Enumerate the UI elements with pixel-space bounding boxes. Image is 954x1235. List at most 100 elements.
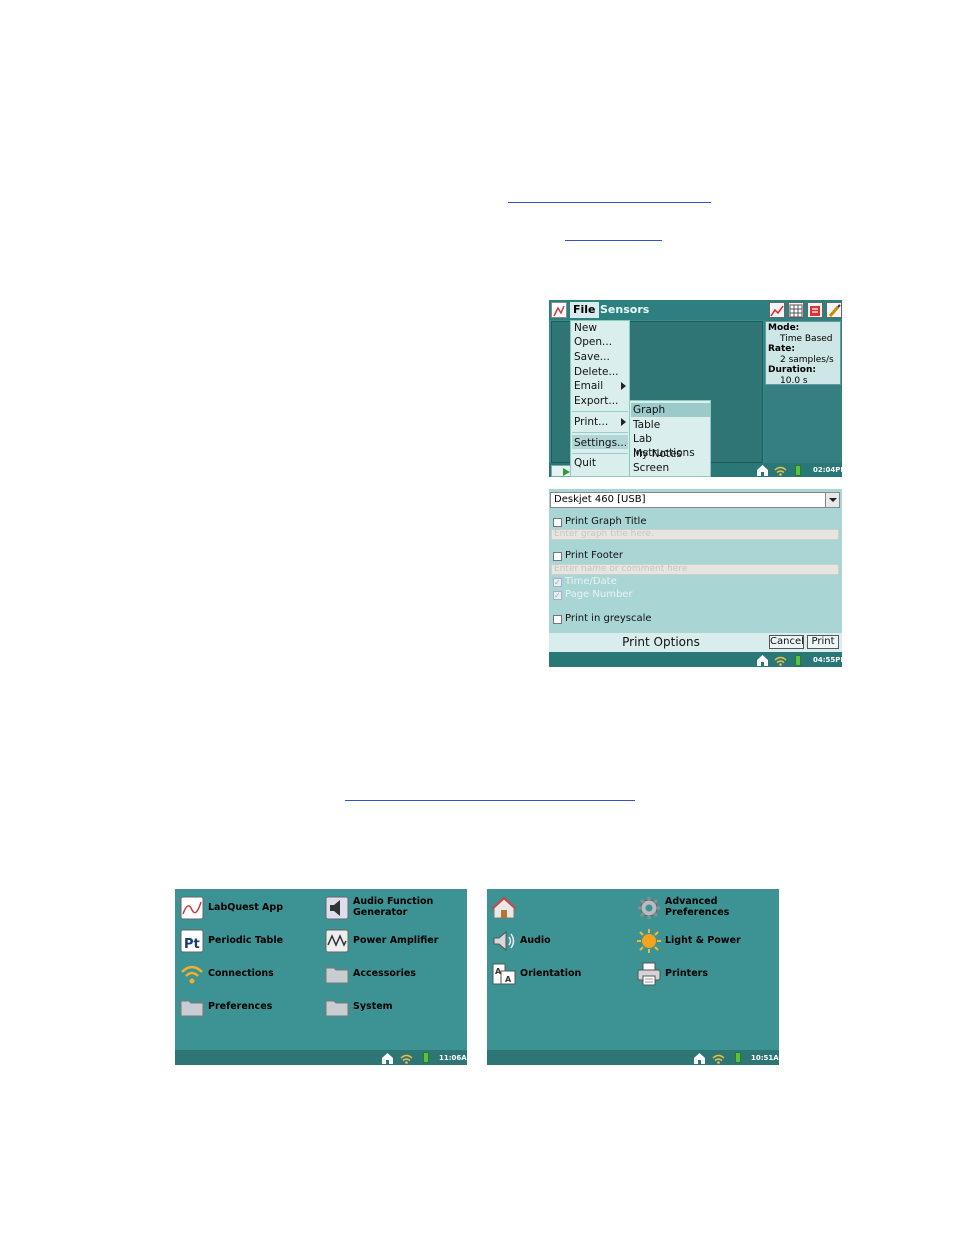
cancel-button[interactable]: Cancel (769, 635, 804, 649)
tile-label: Advanced Preferences (665, 896, 729, 918)
link-underline[interactable] (508, 202, 711, 203)
periodic-icon-text: Pt (184, 937, 200, 952)
submenu-arrow-icon (621, 382, 626, 390)
printer-name: Deskjet 460 [USB] (554, 494, 646, 505)
print-button[interactable]: Print (807, 635, 839, 649)
rate-value: 2 samples/s (780, 354, 834, 365)
tile-label: Preferences (208, 1001, 273, 1012)
file-quit[interactable]: Quit (574, 456, 596, 470)
home-icon (492, 896, 516, 919)
mode-value: Time Based (780, 333, 833, 344)
file-dropdown: New Open... Save... Delete... Email Expo… (570, 320, 630, 477)
print-graph[interactable]: Graph (633, 403, 665, 417)
submenu-arrow-icon (621, 418, 626, 426)
dialog-title: Print Options (622, 635, 700, 649)
print-screen[interactable]: Screen (633, 461, 669, 475)
file-new[interactable]: New (574, 321, 597, 335)
home-icon[interactable] (693, 1052, 706, 1064)
table-view-icon[interactable] (788, 302, 804, 318)
home-icon[interactable] (381, 1052, 394, 1064)
folder-icon (180, 1000, 204, 1017)
battery-icon (795, 465, 801, 476)
gear-icon (638, 897, 660, 919)
clock: 04:55PM (813, 656, 842, 664)
print-graph-title-checkbox[interactable] (553, 518, 562, 527)
speaker-icon (493, 930, 515, 952)
tile-label: Audio (520, 935, 551, 946)
wifi-icon (712, 1054, 725, 1064)
link-underline[interactable] (565, 240, 662, 241)
time-date-checkbox[interactable]: ✓ (553, 578, 562, 587)
sun-icon (637, 929, 661, 953)
waveform-icon (325, 929, 349, 953)
tile-label: Printers (665, 968, 708, 979)
graph-app-icon[interactable] (551, 302, 567, 318)
chevron-down-icon (829, 498, 837, 502)
meter-view-icon[interactable] (807, 302, 823, 318)
menu-separator (572, 432, 628, 433)
print-graph-title-label: Print Graph Title (565, 516, 647, 527)
tile-label-line2: Generator (353, 906, 408, 918)
duration-label: Duration: (768, 365, 816, 375)
svg-text:A: A (505, 975, 512, 984)
menu-separator (572, 453, 628, 454)
page-number-checkbox[interactable]: ✓ (553, 591, 562, 600)
file-email[interactable]: Email (574, 379, 603, 393)
printer-select[interactable]: Deskjet 460 [USB] (550, 492, 840, 508)
file-open[interactable]: Open... (574, 335, 612, 349)
tile-label: Audio Function Generator (353, 896, 434, 918)
clock: 10:51AM (751, 1054, 779, 1062)
tile-label: Light & Power (665, 935, 741, 946)
print-footer-checkbox[interactable] (553, 552, 562, 561)
tile-label: Orientation (520, 968, 582, 979)
folder-icon (325, 967, 349, 984)
battery-icon (423, 1052, 429, 1063)
home-icon[interactable] (756, 464, 769, 476)
greyscale-label: Print in greyscale (565, 613, 652, 624)
svg-text:A: A (495, 967, 502, 976)
data-collection-info[interactable]: Mode: Time Based Rate: 2 samples/s Durat… (765, 321, 841, 386)
graph-title-input[interactable]: Enter graph title here. (551, 529, 839, 540)
notes-view-icon[interactable] (826, 302, 842, 318)
file-export[interactable]: Export... (574, 394, 618, 408)
dropdown-button[interactable] (825, 493, 839, 507)
battery-icon (735, 1052, 741, 1063)
tile-label-line1: Audio Function (353, 896, 434, 907)
print-table[interactable]: Table (633, 418, 660, 432)
graph-view-icon[interactable] (769, 302, 785, 318)
folder-icon (325, 1000, 349, 1017)
greyscale-checkbox[interactable] (553, 615, 562, 624)
print-submenu: Graph Table Lab Instructions My Notes Sc… (629, 400, 711, 477)
wifi-icon (774, 656, 787, 666)
labquest-app-icon (180, 896, 204, 920)
clock: 11:06AM (439, 1054, 467, 1062)
orientation-icon: AA (492, 963, 516, 985)
home-icon[interactable] (756, 654, 769, 666)
file-print[interactable]: Print... (574, 415, 608, 429)
menu-separator (572, 411, 628, 412)
system-screen: Advanced Preferences Audio Light & Power … (487, 889, 779, 1065)
footer-input[interactable]: Enter name or comment here (551, 564, 839, 575)
periodic-table-icon: Pt (180, 929, 204, 953)
play-icon (563, 468, 570, 476)
print-my-notes[interactable]: My Notes (633, 447, 682, 461)
time-date-label: Time/Date (565, 576, 617, 587)
menu-sensors[interactable]: Sensors (600, 302, 649, 318)
menu-file[interactable]: File (570, 302, 599, 318)
tile-label-line1: Advanced (665, 896, 718, 907)
tile-label: Periodic Table (208, 935, 284, 946)
check-icon: ✓ (554, 578, 561, 587)
tile-label: System (353, 1001, 393, 1012)
rate-label: Rate: (768, 344, 796, 354)
print-options-screen: Deskjet 460 [USB] Print Graph Title Ente… (549, 489, 842, 667)
battery-icon (795, 655, 801, 666)
link-underline[interactable] (345, 800, 635, 801)
page-number-label: Page Number (565, 589, 633, 600)
wifi-icon (774, 466, 787, 476)
check-icon: ✓ (554, 591, 561, 600)
file-delete[interactable]: Delete... (574, 365, 619, 379)
file-save[interactable]: Save... (574, 350, 610, 364)
file-settings[interactable]: Settings... (574, 436, 627, 450)
print-footer-label: Print Footer (565, 550, 623, 561)
tile-label: Power Amplifier (353, 935, 439, 946)
